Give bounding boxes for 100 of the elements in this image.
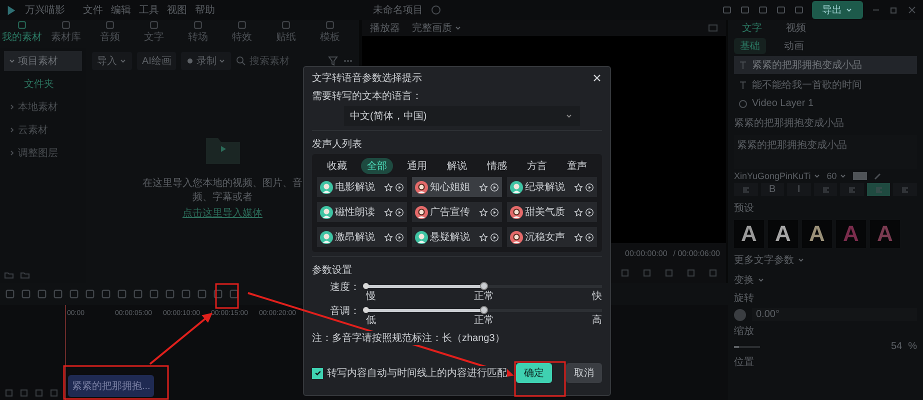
font-size-dropdown[interactable]: 60 (826, 171, 847, 181)
category-tab[interactable]: 情感 (481, 158, 513, 174)
voice-card[interactable]: 知心姐姐 (412, 177, 502, 197)
inspector-tab[interactable]: 视频 (786, 21, 806, 35)
timeline-tool-icon[interactable] (84, 288, 96, 300)
info-icon[interactable] (431, 5, 441, 15)
menu-item[interactable]: 文件 (83, 3, 103, 17)
text-preset[interactable]: A (870, 220, 900, 248)
media-tab[interactable]: 特效 (220, 20, 264, 48)
cancel-button[interactable]: 取消 (566, 363, 602, 383)
media-tab[interactable]: 音频 (88, 20, 132, 48)
timeline-tool-icon[interactable] (164, 288, 176, 300)
inspector-subtab[interactable]: 基础 (734, 38, 766, 54)
menu-item[interactable]: 工具 (139, 3, 159, 17)
player-control-icon[interactable] (620, 268, 630, 278)
star-icon[interactable] (574, 182, 583, 192)
layer-item[interactable]: Video Layer 1 (734, 96, 917, 111)
timeline-tool-icon[interactable] (68, 288, 80, 300)
media-tab[interactable]: 文字 (132, 20, 176, 48)
media-tab[interactable]: 我的素材 (0, 20, 44, 48)
star-icon[interactable] (479, 232, 488, 242)
slider-thumb[interactable] (480, 306, 488, 314)
voice-card[interactable]: 磁性朗读 (317, 202, 407, 222)
media-tab[interactable]: 模板 (308, 20, 352, 48)
text-preset[interactable]: A (836, 220, 866, 248)
category-tab[interactable]: 童声 (561, 158, 593, 174)
sidebar-item[interactable]: 文件夹 (4, 74, 82, 94)
category-tab[interactable]: 方言 (521, 158, 553, 174)
category-tab[interactable]: 收藏 (321, 158, 353, 174)
slider-thumb[interactable] (480, 282, 488, 290)
star-icon[interactable] (479, 182, 488, 192)
timeline-tool-icon[interactable] (180, 288, 192, 300)
sidebar-item[interactable]: 云素材 (4, 120, 82, 140)
timeline-tool-icon[interactable] (196, 288, 208, 300)
voice-card[interactable]: 激昂解说 (317, 227, 407, 247)
import-button[interactable]: 导入 (92, 52, 132, 70)
color-swatch[interactable] (852, 172, 867, 180)
checkbox[interactable] (312, 368, 323, 378)
voice-card[interactable]: 广告宣传 (412, 202, 502, 222)
timeline-tool-icon[interactable] (228, 288, 240, 300)
import-link[interactable]: 点击这里导入媒体 (182, 206, 262, 220)
eyedropper-icon[interactable] (872, 171, 883, 181)
voice-card[interactable]: 纪录解说 (507, 177, 597, 197)
voice-card[interactable]: 电影解说 (317, 177, 407, 197)
format-button[interactable]: B (760, 183, 784, 196)
layer-item[interactable]: 能不能给我一首歌的时间 (734, 76, 917, 94)
media-tab[interactable]: 贴纸 (264, 20, 308, 48)
play-icon[interactable] (585, 232, 594, 242)
align-button[interactable] (866, 183, 890, 196)
timeline-tool-icon[interactable] (132, 288, 144, 300)
star-icon[interactable] (574, 208, 583, 216)
timeline-tool-icon[interactable] (116, 288, 128, 300)
align-button[interactable] (840, 183, 864, 196)
timeline-tool-icon[interactable] (148, 288, 160, 300)
record-button[interactable]: 录制 (181, 52, 232, 70)
timeline-tool-icon[interactable] (212, 288, 224, 300)
ai-button[interactable]: AI绘画 (137, 52, 176, 70)
play-icon[interactable] (395, 208, 404, 216)
play-icon[interactable] (490, 182, 499, 192)
inspector-tab[interactable]: 文字 (742, 21, 762, 35)
star-icon[interactable] (479, 208, 488, 216)
inspector-subtab[interactable]: 动画 (778, 38, 810, 54)
rotation-dial[interactable] (734, 308, 746, 320)
sidebar-item[interactable]: 本地素材 (4, 97, 82, 117)
star-icon[interactable] (574, 232, 583, 242)
restore-icon[interactable] (889, 5, 899, 15)
image-icon[interactable] (708, 23, 718, 33)
timeline-tool-icon[interactable] (36, 288, 48, 300)
play-icon[interactable] (490, 208, 499, 216)
language-dropdown[interactable]: 中文(简体，中国) (344, 106, 580, 126)
scale-value[interactable]: 54 (890, 341, 902, 352)
font-dropdown[interactable]: XinYuGongPinKuTi (734, 171, 821, 181)
play-icon[interactable] (490, 232, 499, 242)
menu-item[interactable]: 视图 (167, 3, 187, 17)
player-control-icon[interactable] (642, 268, 652, 278)
quality-dropdown[interactable]: 完整画质 (412, 21, 462, 35)
sidebar-item[interactable]: 项目素材 (4, 51, 82, 71)
text-clip[interactable]: 紧紧的把那拥抱... (68, 375, 154, 397)
layer-item[interactable]: 紧紧的把那拥抱变成小品 (734, 56, 917, 74)
text-preset[interactable]: A (768, 220, 798, 248)
star-icon[interactable] (384, 182, 393, 192)
voice-card[interactable]: 甜美气质 (507, 202, 597, 222)
category-tab[interactable]: 通用 (401, 158, 433, 174)
search-field[interactable]: 搜索素材 (236, 56, 310, 66)
star-icon[interactable] (384, 232, 393, 242)
timeline-tool-icon[interactable] (100, 288, 112, 300)
text-preset[interactable]: A (734, 220, 764, 248)
format-button[interactable]: I (787, 183, 811, 196)
menu-item[interactable]: 帮助 (195, 3, 215, 17)
player-control-icon[interactable] (708, 268, 718, 278)
media-tab[interactable]: 素材库 (44, 20, 88, 48)
menu-item[interactable]: 编辑 (111, 3, 131, 17)
timeline-tool-icon[interactable] (52, 288, 64, 300)
ok-button[interactable]: 确定 (516, 363, 552, 383)
player-control-icon[interactable] (686, 268, 696, 278)
category-tab[interactable]: 全部 (361, 158, 393, 174)
category-tab[interactable]: 解说 (441, 158, 473, 174)
filter-icon[interactable] (328, 56, 338, 66)
play-icon[interactable] (395, 182, 404, 192)
timeline-tool-icon[interactable] (4, 288, 16, 300)
